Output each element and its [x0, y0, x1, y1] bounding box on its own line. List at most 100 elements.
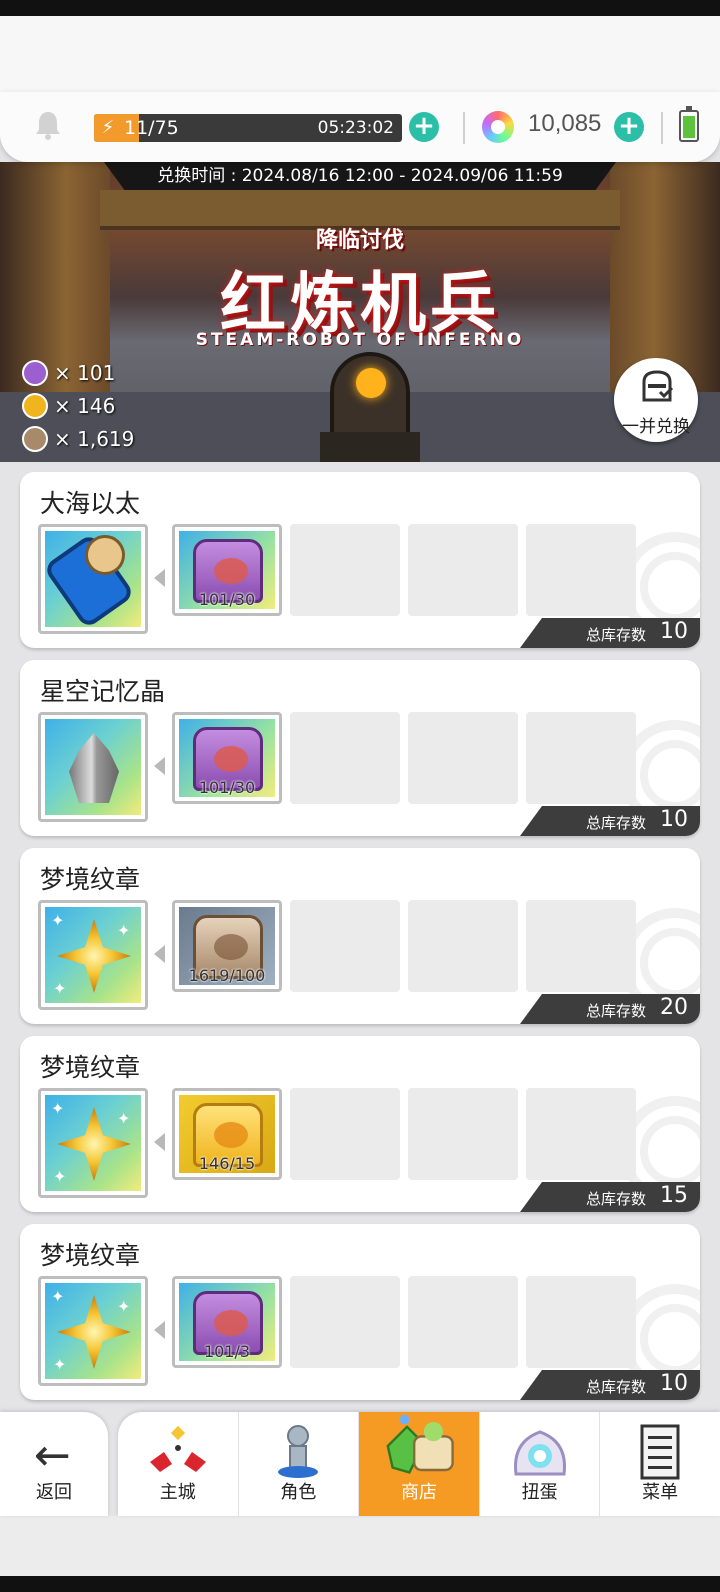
reward-tile[interactable] [38, 524, 148, 634]
exchange-arrow-icon [154, 945, 165, 963]
stamina-bar: ⚡ 11/75 05:23:02 [94, 114, 402, 142]
exchange-item[interactable]: 大海以太 101/30 总库存数 10 [20, 472, 700, 648]
batch-exchange-label: 一并兑换 [622, 417, 690, 437]
sparkle-icon: ✦ [53, 979, 67, 998]
add-stamina-button[interactable]: + [409, 112, 439, 142]
empty-slot [408, 900, 518, 992]
exchange-item[interactable]: 梦境纹章 ✦ ✦ ✦ 1619/100 总库存数 20 [20, 848, 700, 1024]
item-name: 梦境纹章 [40, 1053, 141, 1082]
banner-title-en: STEAM-ROBOT OF INFERNO [195, 330, 525, 350]
empty-slot [526, 1276, 636, 1368]
castle-icon [149, 1425, 206, 1472]
empty-slot [290, 1276, 400, 1368]
add-gem-button[interactable]: + [614, 112, 644, 142]
stock-count: 10 [660, 1371, 688, 1396]
top-blank-area [0, 16, 720, 96]
reward-tile[interactable]: ✦ ✦ ✦ [38, 1276, 148, 1386]
item-name: 梦境纹章 [40, 865, 141, 894]
empty-slot [408, 1276, 518, 1368]
item-name: 梦境纹章 [40, 1241, 141, 1270]
reward-tile[interactable]: ✦ ✦ ✦ [38, 1088, 148, 1198]
divider [661, 112, 663, 144]
exchange-item[interactable]: 梦境纹章 ✦ ✦ ✦ 101/3 总库存数 10 [20, 1224, 700, 1400]
exchange-arrow-icon [154, 569, 165, 587]
currency-item: × 1,619 [22, 422, 134, 455]
bag-check-icon [642, 370, 674, 402]
back-label: 返回 [36, 1482, 72, 1503]
gold-medal-icon [22, 392, 48, 419]
tab-label: 商店 [400, 1482, 437, 1503]
stock-bar: 总库存数 10 [520, 806, 700, 836]
cost-amount: 101/3 [203, 1342, 251, 1361]
cost-amount: 101/30 [198, 778, 256, 797]
stock-bar: 总库存数 10 [520, 618, 700, 648]
gem-icon [482, 111, 514, 143]
stock-count: 15 [660, 1183, 688, 1208]
menu-icon [640, 1424, 680, 1480]
exchange-arrow-icon [154, 1133, 165, 1151]
sparkle-icon: ✦ [53, 1355, 67, 1374]
bottom-black-bar [0, 1576, 720, 1592]
tab-main-city[interactable]: 主城 [118, 1412, 239, 1516]
sparkle-icon: ✦ [117, 921, 131, 940]
tab-character[interactable]: 角色 [239, 1412, 360, 1516]
stock-bar: 总库存数 20 [520, 994, 700, 1024]
exchange-period: 兑换时间 : 2024.08/16 12:00 - 2024.09/06 11:… [104, 162, 616, 190]
bottom-nav: ← 返回 主城 角色 商店 扭蛋 菜单 [0, 1412, 720, 1516]
sparkle-icon: ✦ [53, 1167, 67, 1186]
empty-slot [526, 712, 636, 804]
tab-label: 扭蛋 [521, 1482, 558, 1503]
stamina-timer: 05:23:02 [317, 118, 394, 138]
status-bar: ⚡ 11/75 05:23:02 + 10,085 + [0, 92, 720, 162]
sparkle-icon: ✦ [51, 911, 65, 930]
cost-tile: 101/3 [172, 1276, 282, 1368]
batch-exchange-button[interactable]: 一并兑换 [614, 358, 698, 442]
cost-tile: 101/30 [172, 524, 282, 616]
nav-tabs: 主城 角色 商店 扭蛋 菜单 [118, 1412, 720, 1516]
character-icon [278, 1425, 319, 1478]
stock-label: 总库存数 [586, 1002, 647, 1020]
exchange-item[interactable]: 梦境纹章 ✦ ✦ ✦ 146/15 总库存数 15 [20, 1036, 700, 1212]
empty-slot [526, 900, 636, 992]
back-arrow-icon: ← [34, 1430, 71, 1481]
cost-tile: 101/30 [172, 712, 282, 804]
empty-slot [408, 1088, 518, 1180]
tab-shop[interactable]: 商店 [359, 1412, 480, 1516]
lightning-icon: ⚡ [96, 116, 120, 140]
tab-label: 菜单 [642, 1482, 679, 1503]
currency-count: × 1,619 [54, 426, 135, 451]
shop-icon [386, 1414, 454, 1474]
tab-gacha[interactable]: 扭蛋 [480, 1412, 601, 1516]
reward-tile[interactable] [38, 712, 148, 822]
bronze-medal-icon [22, 425, 48, 452]
exchange-item[interactable]: 星空记忆晶 101/30 总库存数 10 [20, 660, 700, 836]
currency-list: × 101 × 146 × 1,619 [22, 356, 134, 455]
stock-bar: 总库存数 10 [520, 1370, 700, 1400]
empty-slot [290, 1088, 400, 1180]
stock-label: 总库存数 [586, 626, 647, 644]
divider [463, 112, 465, 144]
exchange-list[interactable]: 大海以太 101/30 总库存数 10 星空记忆晶 101/30 总库存数 10… [0, 462, 720, 1412]
bell-icon[interactable] [34, 110, 62, 140]
empty-slot [526, 524, 636, 616]
cost-amount: 146/15 [198, 1154, 256, 1173]
stock-label: 总库存数 [586, 1190, 647, 1208]
stamina-count: 11/75 [124, 117, 179, 139]
memory-crystal-icon [69, 733, 119, 803]
cost-amount: 1619/100 [188, 966, 266, 985]
empty-slot [290, 900, 400, 992]
gacha-icon [513, 1430, 566, 1476]
empty-slot [290, 524, 400, 616]
cost-tile: 146/15 [172, 1088, 282, 1180]
empty-slot [408, 524, 518, 616]
stock-label: 总库存数 [586, 814, 647, 832]
exchange-arrow-icon [154, 1321, 165, 1339]
tab-label: 主城 [159, 1482, 196, 1503]
currency-item: × 146 [22, 389, 134, 422]
sparkle-icon: ✦ [51, 1287, 65, 1306]
gem-count: 10,085 [528, 110, 602, 137]
stock-bar: 总库存数 15 [520, 1182, 700, 1212]
tab-menu[interactable]: 菜单 [600, 1412, 720, 1516]
back-button[interactable]: ← 返回 [0, 1412, 108, 1516]
reward-tile[interactable]: ✦ ✦ ✦ [38, 900, 148, 1010]
